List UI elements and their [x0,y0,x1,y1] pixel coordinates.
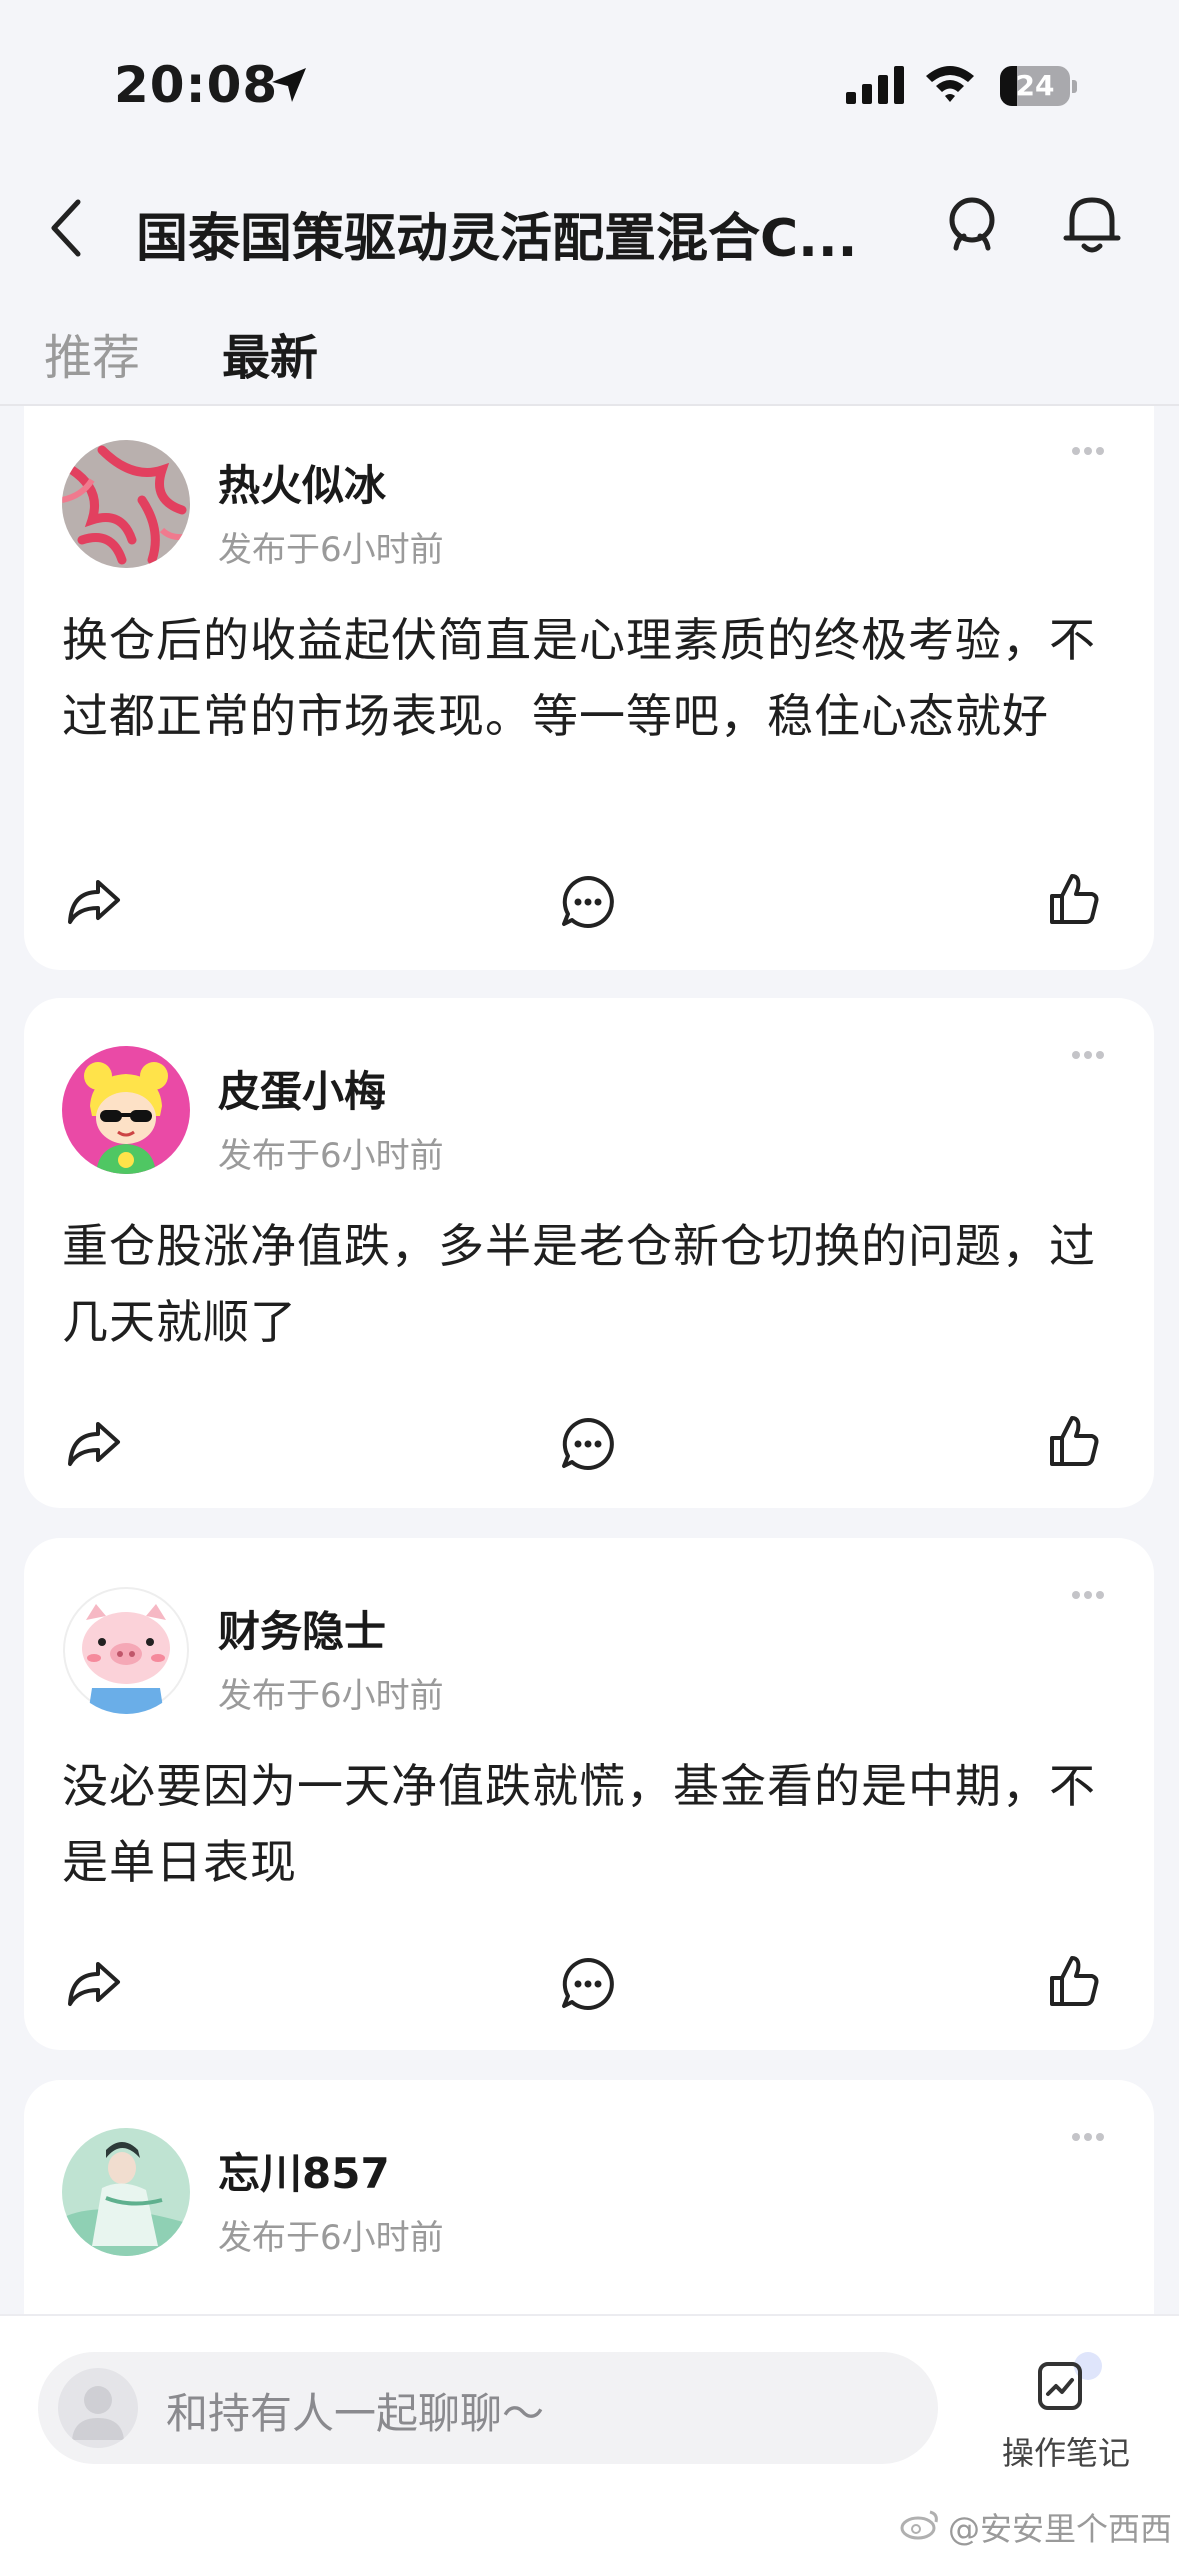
post-card[interactable]: 财务隐士 发布于6小时前 没必要因为一天净值跌就慌，基金看的是中期，不是单日表现 [24,1538,1154,2050]
post-content: 没必要因为一天净值跌就慌，基金看的是中期，不是单日表现 [62,1759,1096,1889]
search-icon[interactable] [944,194,1004,254]
notes-label[interactable]: 操作笔记 [1002,2428,1130,2474]
post-card[interactable]: 热火似冰 发布于6小时前 换仓后的收益起伏简直是心理素质的终极考验，不过都正常的… [24,406,1154,970]
username[interactable]: 财务隐士 [218,1598,386,1659]
post-content: 换仓后的收益起伏简直是心理素质的终极考验，不过都正常的市场表现。等一等吧，稳住心… [62,613,1096,743]
tab-recommended[interactable]: 推荐 [44,318,140,388]
like-thumb-icon[interactable] [1048,1954,1100,2008]
status-bar: 20:08 24 [0,0,1179,160]
cellular-signal-icon [846,66,904,104]
chat-input[interactable]: 和持有人一起聊聊～ [38,2352,938,2464]
feed-tabs: 推荐 最新 [0,300,1179,400]
wifi-icon [926,66,974,102]
post-time: 发布于6小时前 [218,530,444,570]
header: 国泰国策驱动灵活配置混合C... [0,160,1179,290]
battery-indicator: 24 [1000,66,1077,106]
back-chevron-icon[interactable] [44,196,88,260]
weibo-watermark-icon [900,2510,938,2540]
share-icon[interactable] [66,1958,122,2010]
battery-level: 24 [1015,69,1055,102]
more-options-icon[interactable] [1068,1588,1108,1602]
user-avatar[interactable] [62,2128,190,2256]
more-options-icon[interactable] [1068,2130,1108,2144]
comment-icon[interactable] [560,1416,616,1472]
status-time: 20:08 [114,56,279,114]
comment-icon[interactable] [560,1956,616,2012]
share-icon[interactable] [66,876,122,928]
share-icon[interactable] [66,1418,122,1470]
more-options-icon[interactable] [1068,1048,1108,1062]
notification-bell-icon[interactable] [1062,192,1122,256]
page-title: 国泰国策驱动灵活配置混合C... [136,209,858,269]
username[interactable]: 忘川857 [218,2140,390,2201]
like-thumb-icon[interactable] [1048,872,1100,926]
post-card[interactable]: 皮蛋小梅 发布于6小时前 重仓股涨净值跌，多半是老仓新仓切换的问题，过几天就顺了 [24,998,1154,1508]
more-options-icon[interactable] [1068,444,1108,458]
tab-latest[interactable]: 最新 [222,318,318,388]
username[interactable]: 热火似冰 [218,452,386,513]
watermark: @安安里个西西 [948,2510,1173,2548]
like-thumb-icon[interactable] [1048,1414,1100,1468]
post-time: 发布于6小时前 [218,1676,444,1716]
post-time: 发布于6小时前 [218,1136,444,1176]
post-time: 发布于6小时前 [218,2218,444,2258]
location-arrow-icon [272,68,306,102]
user-avatar[interactable] [62,440,190,568]
username[interactable]: 皮蛋小梅 [218,1058,386,1119]
comment-icon[interactable] [560,874,616,930]
notes-icon[interactable] [1036,2358,1086,2412]
post-content: 重仓股涨净值跌，多半是老仓新仓切换的问题，过几天就顺了 [62,1219,1096,1349]
user-avatar[interactable] [62,1046,190,1174]
default-avatar-icon [58,2368,138,2448]
user-avatar[interactable] [62,1586,190,1714]
chat-placeholder: 和持有人一起聊聊～ [166,2389,545,2438]
